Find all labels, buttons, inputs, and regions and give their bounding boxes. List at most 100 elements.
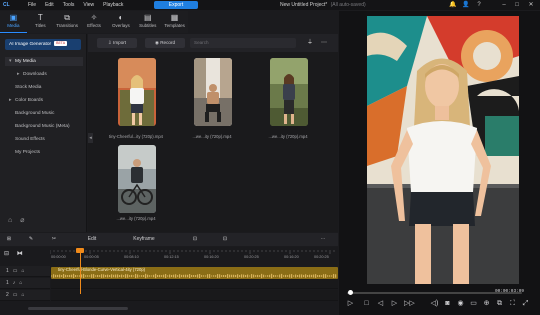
scrubber-handle[interactable]: [348, 290, 353, 295]
crop-icon[interactable]: ⊡: [220, 234, 230, 245]
waveform-bar: [245, 274, 247, 278]
maximize-icon[interactable]: □: [513, 1, 521, 9]
previous-frame-icon[interactable]: ◁: [376, 299, 385, 308]
waveform-bar: [253, 274, 255, 278]
filter-icon[interactable]: ⏚: [306, 39, 314, 47]
link-icon[interactable]: ⌀: [20, 217, 24, 224]
waveform-bar: [65, 274, 67, 278]
play-icon[interactable]: ▷: [346, 299, 355, 308]
lock-icon[interactable]: ⌂: [22, 292, 25, 298]
waveform-bar: [205, 275, 207, 277]
minimize-icon[interactable]: –: [500, 1, 508, 9]
zoom-icon[interactable]: ⊕: [482, 299, 491, 308]
notification-icon[interactable]: 🔔: [449, 1, 457, 9]
tab-subtitles[interactable]: ▤ Subtitles: [134, 11, 161, 33]
sidebar-item-downloads[interactable]: ▸ Downloads: [5, 70, 83, 79]
video-track-lane[interactable]: [51, 290, 338, 301]
sidebar-item-stock-media[interactable]: Stock Media: [5, 83, 83, 92]
tab-label: Effects: [87, 23, 101, 28]
waveform-bar: [53, 274, 55, 278]
edit-button[interactable]: Edit: [84, 234, 100, 245]
waveform-bar: [159, 274, 161, 278]
keyframe-button[interactable]: Keyframe: [128, 234, 160, 245]
tab-titles[interactable]: T Titles: [27, 11, 54, 33]
tab-transitions[interactable]: ⧉ Transitions: [54, 11, 81, 33]
waveform-bar: [75, 274, 77, 278]
lock-icon[interactable]: ⌂: [22, 268, 25, 274]
next-frame-icon[interactable]: ▷: [390, 299, 399, 308]
audio-track-header[interactable]: 1 ♪ ⌂: [0, 278, 50, 289]
playhead-handle[interactable]: [76, 248, 84, 253]
menu-playback[interactable]: Playback: [103, 2, 123, 8]
ai-image-generator-button[interactable]: AI Image Generator BETA: [5, 39, 81, 50]
timeline-scrollbar[interactable]: [28, 307, 128, 310]
record-button[interactable]: ◉ Record: [145, 38, 185, 48]
snapshot-icon[interactable]: ◙: [443, 299, 452, 308]
menu-edit[interactable]: Edit: [45, 2, 54, 8]
waveform-bar: [77, 275, 79, 277]
waveform-bar: [173, 274, 175, 278]
playhead[interactable]: [80, 249, 81, 294]
more-icon[interactable]: ⋯: [320, 39, 328, 47]
import-button[interactable]: ⇩ Import: [97, 38, 137, 48]
sidebar-item-my-projects[interactable]: My Projects: [5, 148, 83, 157]
pen-icon[interactable]: ✎: [26, 234, 36, 245]
menu-view[interactable]: View: [83, 2, 94, 8]
lock-icon[interactable]: ⌂: [19, 280, 22, 286]
preview-video-frame[interactable]: [367, 16, 519, 284]
expand-icon[interactable]: ⤢: [521, 299, 530, 308]
snap-icon[interactable]: ⧓: [17, 251, 23, 257]
camera-icon[interactable]: ◉: [456, 299, 465, 308]
collapse-sidebar-tab[interactable]: ◂: [88, 133, 93, 143]
stop-icon[interactable]: □: [362, 299, 371, 308]
menu-file[interactable]: File: [28, 2, 36, 8]
volume-icon[interactable]: ◁): [430, 299, 439, 308]
sidebar-item-background-music-meta[interactable]: Background Music (Meta): [5, 122, 83, 131]
video-track-icon: ▭: [12, 268, 18, 274]
preview-quality-icon[interactable]: ▭: [469, 299, 478, 308]
tab-label: Media: [7, 23, 20, 28]
tab-templates[interactable]: ▦ Templates: [161, 11, 188, 33]
track-number: 2: [6, 292, 9, 298]
sidebar-item-sound-effects[interactable]: Sound Effects: [5, 135, 83, 144]
add-tag-icon[interactable]: ⌂: [8, 217, 12, 224]
waveform-bar: [219, 274, 221, 278]
sidebar-item-color-boards[interactable]: ▸ Color Boards: [5, 96, 83, 105]
split-icon[interactable]: ✂: [49, 234, 59, 245]
waveform-bar: [71, 274, 73, 278]
fit-icon[interactable]: ⊡: [190, 234, 200, 245]
close-icon[interactable]: ✕: [527, 1, 535, 9]
add-track-icon[interactable]: ⊞: [4, 234, 14, 245]
menubar: CL File Edit Tools View Playback: [0, 0, 540, 10]
menu-tools[interactable]: Tools: [63, 2, 75, 8]
waveform-bar: [211, 275, 213, 277]
waveform-bar: [323, 274, 325, 278]
user-icon[interactable]: 👤: [462, 1, 470, 9]
undock-icon[interactable]: ⧉: [495, 299, 504, 308]
waveform-bar: [305, 274, 307, 278]
tab-effects[interactable]: ✧ Effects: [81, 11, 108, 33]
media-thumbnail[interactable]: [194, 58, 232, 126]
video-track-header[interactable]: 2 ▭ ⌂: [0, 290, 50, 301]
search-input[interactable]: Search: [190, 38, 296, 48]
media-item-label: ...we...ity (720p).mp4: [268, 134, 308, 139]
sidebar-item-background-music[interactable]: Background Music: [5, 109, 83, 118]
timeline-more-icon[interactable]: ⋯: [318, 234, 328, 245]
help-icon[interactable]: ?: [475, 1, 483, 9]
waveform-bar: [181, 274, 183, 278]
waveform-bar: [149, 275, 151, 277]
fullscreen-icon[interactable]: ⛶: [508, 299, 517, 308]
sidebar-item-my-media[interactable]: ▾ My Media: [5, 57, 83, 66]
tab-overlays[interactable]: ◐ Overlays: [107, 11, 134, 33]
export-button[interactable]: Export: [154, 1, 198, 9]
waveform-bar: [309, 274, 311, 278]
track-menu-icon[interactable]: ⊟: [4, 251, 9, 257]
fast-forward-icon[interactable]: ▷▷: [404, 299, 415, 308]
video-track-header[interactable]: 1 ▭ ⌂: [0, 266, 50, 277]
media-thumbnail[interactable]: [270, 58, 308, 126]
media-thumbnail[interactable]: [118, 145, 156, 213]
audio-track-lane[interactable]: [51, 278, 338, 289]
media-thumbnail[interactable]: [118, 58, 156, 126]
media-icon: ▣: [9, 13, 18, 22]
tab-media[interactable]: ▣ Media: [0, 11, 27, 33]
